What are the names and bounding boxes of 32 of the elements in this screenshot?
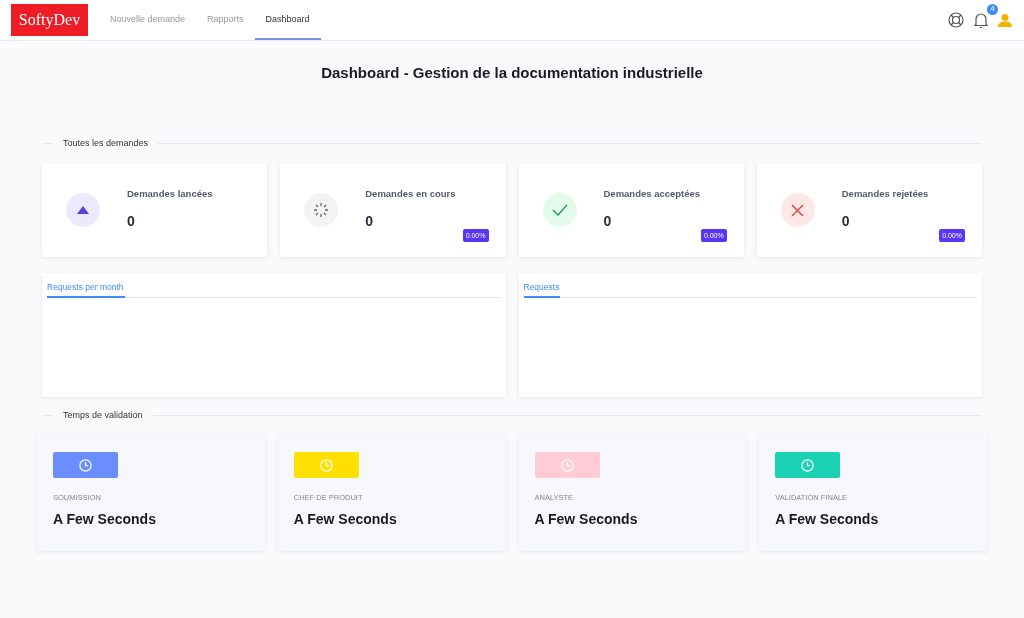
stat-label: Demandes acceptées [603,187,701,199]
stat-value: 0 [841,212,851,229]
section-title: Toutes les demandes [63,138,149,148]
triangle-up-icon [77,206,89,214]
stat-label: Demandes lancées [127,187,213,199]
timing-value: A Few Seconds [293,511,398,527]
stat-value: 0 [603,212,613,229]
brand-logo[interactable]: SoftyDev [11,4,88,36]
clock-icon [560,458,574,472]
close-icon [791,203,805,217]
chart-tab[interactable]: Requests per month [47,279,125,298]
timing-value: A Few Seconds [775,511,880,527]
notification-count: 4 [987,3,998,15]
timing-value: A Few Seconds [534,511,639,527]
timing-value: A Few Seconds [53,511,157,527]
clock-icon [319,458,333,472]
stat-label: Demandes rejetées [841,187,929,199]
nav-tab[interactable]: Dashboard [254,0,321,40]
stat-label: Demandes en cours [365,187,456,199]
clock-icon [79,458,92,472]
section-title: Temps de validation [63,410,143,420]
nav-tab[interactable]: Nouvelle demande [99,0,197,40]
stat-value: 0 [365,212,375,229]
chart-tab[interactable]: Requests [523,279,561,298]
check-icon [551,204,568,216]
clock-icon [801,458,815,472]
help-icon[interactable] [948,12,964,28]
nav-tab[interactable]: Rapports [196,0,255,40]
spinner-icon [313,202,330,218]
page-title: Dashboard - Gestion de la documentation industrielle [320,64,704,81]
stat-value: 0 [127,212,136,229]
notification-bell-icon[interactable] [973,11,989,29]
